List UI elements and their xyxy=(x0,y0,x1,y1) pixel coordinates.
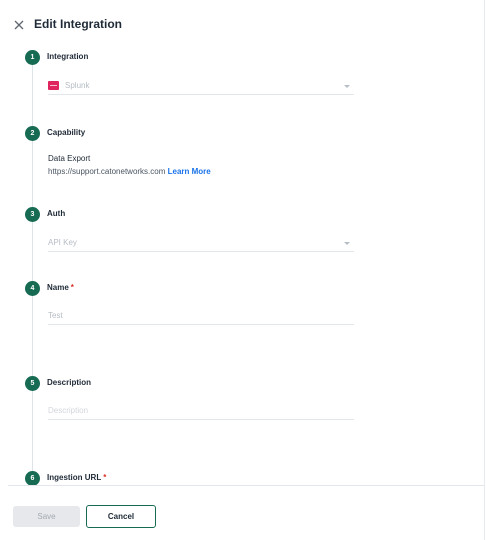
required-marker: * xyxy=(103,473,107,482)
step-number-badge: 5 xyxy=(25,376,40,391)
page-title: Edit Integration xyxy=(34,17,122,31)
capability-url: https://support.catonetworks.com Learn M… xyxy=(48,167,211,176)
name-field-value: Test xyxy=(48,311,63,320)
close-icon[interactable] xyxy=(13,19,25,31)
description-field[interactable]: Description xyxy=(48,405,354,420)
step-number-badge: 6 xyxy=(25,471,40,485)
panel-edge xyxy=(484,0,485,540)
step-label: Capability xyxy=(47,128,86,137)
auth-select[interactable]: API Key xyxy=(48,237,354,252)
integration-select[interactable]: Splunk xyxy=(48,80,354,95)
step-label: Integration xyxy=(47,52,89,61)
learn-more-link[interactable]: Learn More xyxy=(168,167,211,176)
required-marker: * xyxy=(70,283,74,292)
save-button[interactable]: Save xyxy=(13,506,80,527)
splunk-logo-icon xyxy=(48,81,59,90)
step-label: Ingestion URL * xyxy=(47,473,106,482)
stepper-line xyxy=(32,56,33,485)
chevron-down-icon xyxy=(344,242,350,245)
cancel-button[interactable]: Cancel xyxy=(86,505,156,528)
auth-select-value: API Key xyxy=(48,238,77,247)
step-number-badge: 3 xyxy=(25,207,40,222)
step-label: Name * xyxy=(47,283,74,292)
name-field[interactable]: Test xyxy=(48,310,354,325)
step-number-badge: 4 xyxy=(25,281,40,296)
capability-title: Data Export xyxy=(48,154,91,163)
dialog-header: Edit Integration xyxy=(0,0,486,48)
description-placeholder: Description xyxy=(48,406,89,415)
chevron-down-icon xyxy=(344,85,350,88)
step-number-badge: 2 xyxy=(25,126,40,141)
step-label-text: Name xyxy=(47,283,69,292)
step-label: Auth xyxy=(47,209,66,218)
step-label: Description xyxy=(47,378,92,387)
form-content[interactable]: 1 Integration Splunk 2 Capability Data E… xyxy=(0,44,486,485)
footer-divider xyxy=(8,485,484,486)
step-label-text: Ingestion URL xyxy=(47,473,102,482)
step-number-badge: 1 xyxy=(25,50,40,65)
capability-url-text: https://support.catonetworks.com xyxy=(48,167,166,176)
integration-select-value: Splunk xyxy=(65,81,90,90)
